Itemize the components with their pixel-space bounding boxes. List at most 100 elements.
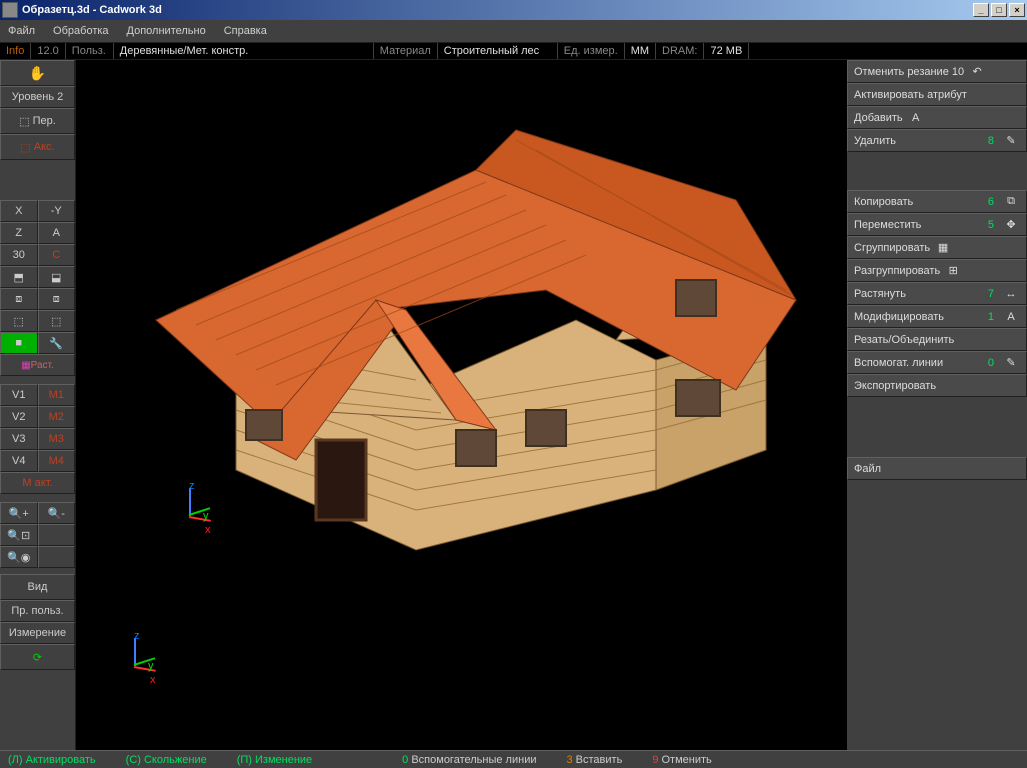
axis-minus-y-button[interactable]: -Y [38, 200, 76, 222]
empty-cell [38, 524, 76, 546]
delete-button[interactable]: Удалить8✎ [847, 129, 1027, 152]
status-cancel: Отменить [662, 754, 712, 766]
ram-value: 72 MB [704, 43, 749, 59]
status-insert: Вставить [576, 754, 623, 766]
status-change: (П) Изменение [237, 754, 312, 766]
user-label[interactable]: Польз. [66, 43, 114, 59]
menu-edit[interactable]: Обработка [53, 25, 108, 37]
level-button[interactable]: Уровень 2 [0, 86, 75, 108]
undo-icon: ↶ [968, 63, 986, 81]
view-cube-1-button[interactable]: ⬒ [0, 266, 38, 288]
copy-button[interactable]: Копировать6⧉ [847, 190, 1027, 213]
zoom-out-icon: 🔍- [48, 507, 65, 520]
y-axis-label: y [203, 510, 209, 522]
copy-icon: ⧉ [1002, 193, 1020, 211]
user-prefs-button[interactable]: Пр. польз. [0, 600, 75, 622]
export-button[interactable]: Экспортировать [847, 374, 1027, 397]
type-label[interactable]: Деревянные/Мет. констр. [114, 43, 374, 59]
menu-extra[interactable]: Дополнительно [127, 25, 206, 37]
perspective-button[interactable]: ⬚Пер. [0, 108, 75, 134]
add-button[interactable]: ДобавитьA [847, 106, 1027, 129]
file-panel-button[interactable]: Файл [847, 457, 1027, 480]
z-axis-line [189, 488, 191, 516]
version-label: 12.0 [31, 43, 65, 59]
ram-label: DRAM: [656, 43, 704, 59]
axonometric-button[interactable]: ⬚Акс. [0, 134, 75, 160]
view-button[interactable]: Вид [0, 574, 75, 600]
status-slide: (С) Скольжение [126, 754, 207, 766]
cubes-icon: ⧈ [15, 293, 22, 306]
zoom-center-button[interactable]: 🔍◉ [0, 546, 38, 568]
status-aux-lines: Вспомогательные линии [411, 754, 536, 766]
refresh-icon: ⟳ [33, 651, 42, 664]
cube-icon: ⬚ [19, 115, 29, 128]
minimize-button[interactable]: _ [973, 3, 989, 17]
close-button[interactable]: × [1009, 3, 1025, 17]
m2-button[interactable]: М2 [38, 406, 76, 428]
material-value[interactable]: Строительный лес [438, 43, 558, 59]
cubes-icon: ⧈ [53, 293, 60, 306]
menu-file[interactable]: Файл [8, 25, 35, 37]
right-toolbar: Отменить резание 10↶ Активировать атрибу… [847, 60, 1027, 750]
v3-button[interactable]: V3 [0, 428, 38, 450]
ungroup-button[interactable]: Разгруппировать⊞ [847, 259, 1027, 282]
group-icon: ▦ [934, 239, 952, 257]
cube-icon: ⬒ [14, 271, 24, 284]
axis-x-button[interactable]: X [0, 200, 38, 222]
grid-icon: ▦ [21, 360, 30, 371]
move-button[interactable]: Переместить5✥ [847, 213, 1027, 236]
aux-lines-button[interactable]: Вспомогат. линии0✎ [847, 351, 1027, 374]
modify-button[interactable]: Модифицировать1A [847, 305, 1027, 328]
unit-value[interactable]: MM [625, 43, 656, 59]
v2-button[interactable]: V2 [0, 406, 38, 428]
zoom-fit-icon: 🔍⊡ [7, 529, 30, 542]
model-axis-gizmo: z y x [161, 480, 221, 540]
info-label[interactable]: Info [0, 43, 31, 59]
solid-cube-icon: ■ [15, 337, 22, 349]
measure-button[interactable]: Измерение [0, 622, 75, 644]
menu-help[interactable]: Справка [224, 25, 267, 37]
maximize-button[interactable]: □ [991, 3, 1007, 17]
eraser-icon: ✎ [1002, 132, 1020, 150]
stretch-icon: ↔ [1002, 285, 1020, 303]
hand-icon: ✋ [29, 65, 46, 82]
view-cubes-1-button[interactable]: ⧈ [0, 288, 38, 310]
angle-c-button[interactable]: C [38, 244, 76, 266]
activate-attribute-button[interactable]: Активировать атрибут [847, 83, 1027, 106]
x-axis-label: x [150, 674, 156, 686]
m4-button[interactable]: М4 [38, 450, 76, 472]
zoom-in-button[interactable]: 🔍+ [0, 502, 38, 524]
raster-button[interactable]: ▦Раст. [0, 354, 75, 376]
m3-button[interactable]: М3 [38, 428, 76, 450]
settings-button[interactable]: 🔧 [38, 332, 76, 354]
axis-a-button[interactable]: A [38, 222, 76, 244]
text-a-icon: A [907, 109, 925, 127]
zoom-fit-button[interactable]: 🔍⊡ [0, 524, 38, 546]
zoom-out-button[interactable]: 🔍- [38, 502, 76, 524]
wireframe-2-button[interactable]: ⬚ [38, 310, 76, 332]
wireframe-1-button[interactable]: ⬚ [0, 310, 38, 332]
refresh-button[interactable]: ⟳ [0, 644, 75, 670]
cut-join-button[interactable]: Резать/Объединить [847, 328, 1027, 351]
app-icon [2, 2, 18, 18]
v4-button[interactable]: V4 [0, 450, 38, 472]
angle-30-button[interactable]: 30 [0, 244, 38, 266]
group-button[interactable]: Сгруппировать▦ [847, 236, 1027, 259]
v1-button[interactable]: V1 [0, 384, 38, 406]
model-render [96, 110, 816, 630]
axis-z-button[interactable]: Z [0, 222, 38, 244]
z-axis-label: z [134, 630, 140, 642]
view-cube-2-button[interactable]: ⬓ [38, 266, 76, 288]
wireframe-icon: ⬚ [51, 315, 61, 328]
undo-cut-button[interactable]: Отменить резание 10↶ [847, 60, 1027, 83]
left-toolbar: ✋ Уровень 2 ⬚Пер. ⬚Акс. X-Y ZA 30C ⬒ ⬓ ⧈ ⧈… [0, 60, 76, 750]
zoom-in-icon: 🔍+ [9, 507, 29, 520]
hand-tool-button[interactable]: ✋ [0, 60, 75, 86]
shaded-button[interactable]: ■ [0, 332, 38, 354]
material-label: Материал [374, 43, 438, 59]
stretch-button[interactable]: Растянуть7↔ [847, 282, 1027, 305]
m-active-button[interactable]: М акт. [0, 472, 75, 494]
m1-button[interactable]: М1 [38, 384, 76, 406]
view-cubes-2-button[interactable]: ⧈ [38, 288, 76, 310]
viewport-3d[interactable]: z y x z y x [76, 60, 847, 750]
